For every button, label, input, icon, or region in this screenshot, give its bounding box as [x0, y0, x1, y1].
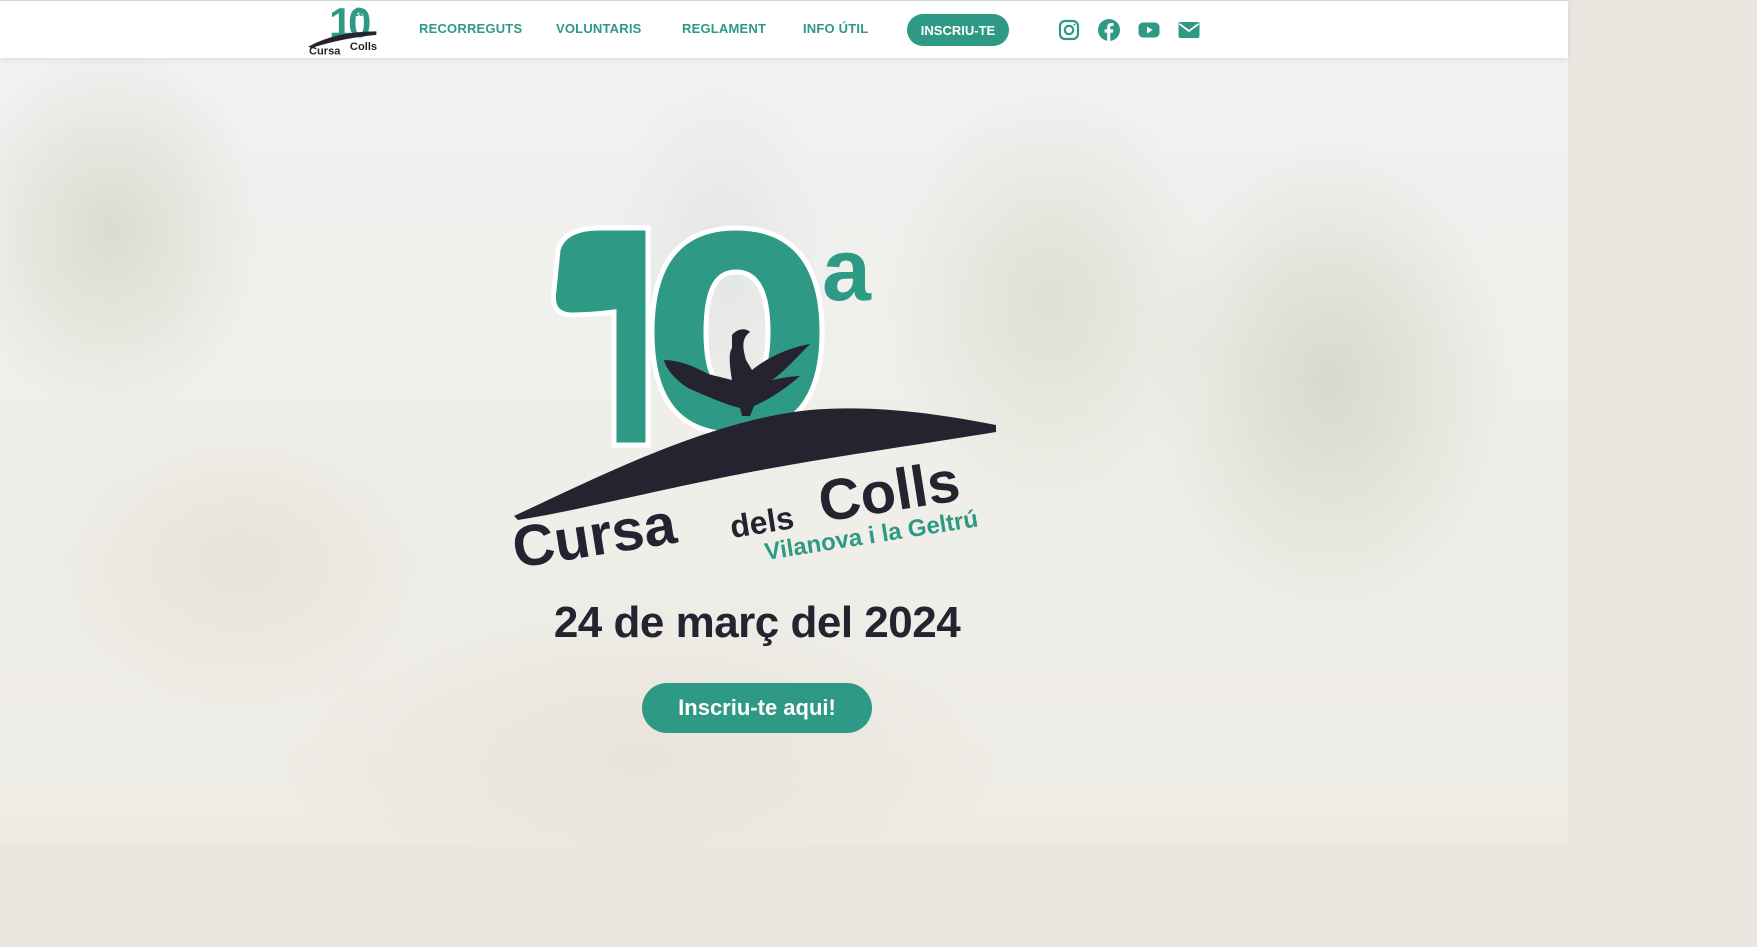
svg-text:Cursa: Cursa [309, 45, 341, 55]
register-hero-button[interactable]: Inscriu-te aqui! [642, 683, 872, 733]
svg-text:Colls: Colls [350, 41, 377, 53]
svg-text:a: a [354, 5, 363, 20]
nav-link-recorreguts[interactable]: RECORREGUTS [419, 21, 522, 36]
instagram-icon[interactable] [1057, 18, 1081, 42]
svg-text:a: a [822, 220, 872, 319]
site-logo[interactable]: 10 a Cursa Colls [308, 5, 378, 55]
register-nav-button[interactable]: INSCRIU-TE [907, 14, 1009, 46]
nav-link-voluntaris[interactable]: VOLUNTARIS [556, 21, 642, 36]
event-date: 24 de març del 2024 [553, 598, 961, 647]
navbar: 10 a Cursa Colls RECORREGUTS VOLUNTARIS … [0, 0, 1568, 58]
svg-text:Cursa: Cursa [510, 491, 681, 580]
youtube-icon[interactable] [1137, 18, 1161, 42]
email-icon[interactable] [1177, 18, 1201, 42]
nav-link-info-util[interactable]: INFO ÚTIL [803, 21, 868, 36]
event-logo: a Cursa dels Colls Vilanova i la Geltrú [510, 220, 996, 580]
nav-link-reglament[interactable]: REGLAMENT [682, 21, 766, 36]
facebook-icon[interactable] [1097, 18, 1121, 42]
